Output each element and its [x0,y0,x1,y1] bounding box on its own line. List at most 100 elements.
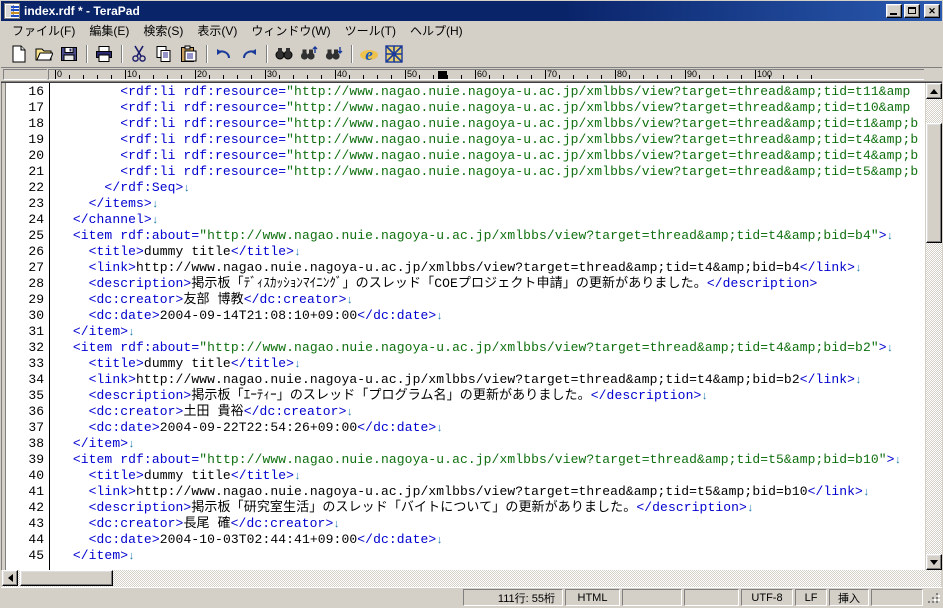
redo-icon[interactable] [237,43,261,65]
eol-marker: ↓ [128,327,135,339]
line-number: 43 [28,516,44,531]
paste-icon[interactable] [177,43,201,65]
ruler-minor-tick [111,75,112,79]
scroll-down-button[interactable] [926,554,942,570]
menu-item-help[interactable]: ヘルプ(H) [403,20,470,41]
ruler-label: 10 [127,69,138,79]
find-icon[interactable] [272,43,296,65]
find-previous-icon[interactable] [297,43,321,65]
eol-marker: ↓ [855,375,862,387]
vertical-scroll-thumb[interactable] [926,123,942,243]
text-content [57,452,73,467]
code-line[interactable]: <link>http://www.nagao.nuie.nagoya-u.ac.… [57,372,942,388]
menu-item-tools[interactable]: ツール(T) [338,20,403,41]
menu-bar: ファイル(F) 編集(E) 検索(S) 表示(V) ウィンドウ(W) ツール(T… [1,21,942,41]
line-number: 17 [28,100,44,115]
vertical-scrollbar[interactable] [925,83,942,570]
resize-grip[interactable] [926,591,940,605]
code-line[interactable]: <description>掲示板「研究室生活」のスレッド「バイトについて」の更新… [57,500,942,516]
ruler-minor-tick [237,75,238,79]
text-content [57,500,89,515]
editor-area[interactable]: 16 17 18 19 20 21 22 23 24 25 26 27 28 29 30 31 32 33 34 35… [1,82,942,570]
text-content [57,548,73,563]
menu-item-file[interactable]: ファイル(F) [5,20,82,41]
scroll-up-button[interactable] [926,83,942,99]
eol-marker: ↓ [436,311,443,323]
ruler-minor-tick [489,75,490,79]
code-line[interactable]: <dc:creator>長尾 確</dc:creator>↓ [57,516,942,532]
code-line[interactable]: <title>dummy title</title>↓ [57,356,942,372]
menu-item-search[interactable]: 検索(S) [136,20,190,41]
menu-item-window[interactable]: ウィンドウ(W) [244,20,337,41]
code-line[interactable]: <description>掲示板「ｴｰﾃｨｰ」のスレッド「プログラム名」の更新が… [57,388,942,404]
code-line[interactable]: <rdf:li rdf:resource="http://www.nagao.n… [57,148,942,164]
code-line[interactable]: <rdf:li rdf:resource="http://www.nagao.n… [57,116,942,132]
title-bar[interactable]: index.rdf * - TeraPad ✕ [1,1,942,21]
cut-icon[interactable] [127,43,151,65]
code-line[interactable]: </item>↓ [57,324,942,340]
ruler-minor-tick [517,75,518,79]
ruler-label: 60 [477,69,488,79]
text-content [57,84,120,99]
code-line[interactable]: <rdf:li rdf:resource="http://www.nagao.n… [57,84,942,100]
code-line[interactable]: <link>http://www.nagao.nuie.nagoya-u.ac.… [57,484,942,500]
text-content: 掲示板「ﾃﾞｨｽｶｯｼｮﾝﾏｲﾆﾝｸﾞ」のスレッド「COEプロジェクト申請」の更… [191,276,707,291]
code-line[interactable]: <rdf:li rdf:resource="http://www.nagao.n… [57,164,942,180]
xml-attribute-value: "http://www.nagao.nuie.nagoya-u.ac.jp/xm… [286,164,919,179]
eol-marker: ↓ [294,471,301,483]
save-file-icon[interactable] [57,43,81,65]
grid-tool-icon[interactable] [382,43,406,65]
xml-tag: </description> [706,276,818,291]
code-line[interactable]: <rdf:li rdf:resource="http://www.nagao.n… [57,100,942,116]
maximize-button[interactable] [904,4,920,18]
ruler-minor-tick [279,75,280,79]
code-line[interactable]: </rdf:Seq>↓ [57,180,942,196]
copy-icon[interactable] [152,43,176,65]
code-line[interactable]: <dc:date>2004-09-14T21:08:10+09:00</dc:d… [57,308,942,324]
xml-tag: <item rdf:about= [72,228,200,243]
code-line[interactable]: <title>dummy title</title>↓ [57,244,942,260]
code-line[interactable]: <dc:creator>土田 貴裕</dc:creator>↓ [57,404,942,420]
code-line[interactable]: </item>↓ [57,436,942,452]
code-line[interactable]: <dc:date>2004-10-03T02:44:41+09:00</dc:d… [57,532,942,548]
ruler-label: 30 [267,69,278,79]
horizontal-scroll-thumb[interactable] [20,570,113,586]
eol-marker: ↓ [862,487,870,499]
code-line[interactable]: <dc:date>2004-09-22T22:54:26+09:00</dc:d… [57,420,942,436]
close-button[interactable]: ✕ [924,4,940,18]
menu-item-edit[interactable]: 編集(E) [82,20,136,41]
line-number: 35 [28,388,44,403]
ruler-minor-tick [447,75,448,79]
horizontal-scrollbar[interactable] [2,570,941,587]
new-file-icon[interactable] [7,43,31,65]
code-line[interactable]: </item>↓ [57,548,942,564]
xml-tag: </dc:date> [357,532,437,547]
code-line[interactable]: <description>掲示板「ﾃﾞｨｽｶｯｼｮﾝﾏｲﾆﾝｸﾞ」のスレッド「C… [57,276,942,292]
code-line[interactable]: <dc:creator>友部 博教</dc:creator>↓ [57,292,942,308]
browser-preview-icon[interactable]: e [357,43,381,65]
xml-tag: </channel> [72,212,152,227]
code-line[interactable]: </items>↓ [57,196,942,212]
code-line[interactable]: <item rdf:about="http://www.nagao.nuie.n… [57,452,942,468]
code-line[interactable]: </channel>↓ [57,212,942,228]
code-line[interactable]: <link>http://www.nagao.nuie.nagoya-u.ac.… [57,260,942,276]
line-number: 34 [28,372,44,387]
eol-marker: ↓ [436,423,443,435]
minimize-button[interactable] [886,4,902,18]
scroll-left-button[interactable] [2,570,18,586]
menu-item-view[interactable]: 表示(V) [190,20,244,41]
xml-tag: </description> [590,388,702,403]
open-file-icon[interactable] [32,43,56,65]
code-line[interactable]: <item rdf:about="http://www.nagao.nuie.n… [57,228,942,244]
code-text-area[interactable]: <rdf:li rdf:resource="http://www.nagao.n… [50,83,942,570]
code-line[interactable]: <item rdf:about="http://www.nagao.nuie.n… [57,340,942,356]
status-insert-mode: 挿入 [829,589,869,606]
xml-tag: <rdf:li rdf:resource= [120,164,287,179]
code-line[interactable]: <title>dummy title</title>↓ [57,468,942,484]
eol-marker: ↓ [294,247,301,259]
code-line[interactable]: <rdf:li rdf:resource="http://www.nagao.n… [57,132,942,148]
find-next-icon[interactable] [322,43,346,65]
print-icon[interactable] [92,43,116,65]
undo-icon[interactable] [212,43,236,65]
ruler-minor-tick [531,75,532,79]
